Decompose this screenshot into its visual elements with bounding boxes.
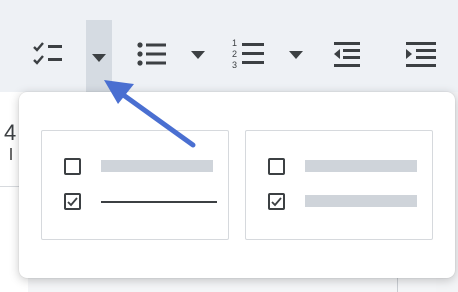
bulleted-list-icon — [137, 42, 166, 66]
strikethrough-line — [101, 201, 217, 203]
decrease-indent-button[interactable] — [330, 38, 366, 72]
unchecked-box-icon — [64, 158, 81, 175]
increase-indent-button[interactable] — [402, 38, 442, 72]
caret-down-icon — [92, 54, 106, 62]
checked-box-icon — [268, 193, 285, 210]
formatting-toolbar: 1 2 3 — [0, 0, 458, 92]
checklist-icon — [33, 42, 62, 65]
caret-down-icon — [289, 51, 303, 59]
checklist-row-unchecked — [268, 158, 418, 176]
checklist-style-no-strikethrough[interactable] — [245, 130, 433, 240]
decrease-indent-icon — [334, 42, 360, 67]
cursor-line — [10, 148, 12, 160]
checklist-row-unchecked — [64, 158, 214, 176]
screenshot-stage: 1 2 3 4 — [0, 0, 458, 292]
placeholder-text-bar — [305, 160, 417, 172]
checklist-row-checked — [268, 193, 418, 211]
numbered-list-icon: 1 2 3 — [232, 38, 264, 70]
increase-indent-icon — [406, 42, 436, 67]
caret-down-icon — [191, 51, 205, 59]
checked-box-icon — [64, 193, 81, 210]
checklist-style-strikethrough[interactable] — [41, 130, 229, 240]
svg-text:1: 1 — [232, 38, 237, 48]
svg-text:3: 3 — [232, 60, 237, 70]
bulleted-list-dropdown-button[interactable] — [186, 44, 210, 64]
unchecked-box-icon — [268, 158, 285, 175]
checklist-dropdown-button[interactable] — [86, 20, 112, 92]
document-text-fragment: 4 — [4, 120, 17, 145]
placeholder-text-bar — [101, 160, 213, 172]
checklist-button[interactable] — [26, 38, 70, 72]
numbered-list-button[interactable]: 1 2 3 — [228, 36, 270, 74]
checklist-row-checked — [64, 193, 217, 211]
numbered-list-dropdown-button[interactable] — [284, 44, 308, 64]
bulleted-list-button[interactable] — [132, 38, 172, 72]
svg-text:2: 2 — [232, 49, 237, 59]
checklist-style-menu — [19, 92, 455, 278]
placeholder-text-bar — [305, 195, 417, 207]
